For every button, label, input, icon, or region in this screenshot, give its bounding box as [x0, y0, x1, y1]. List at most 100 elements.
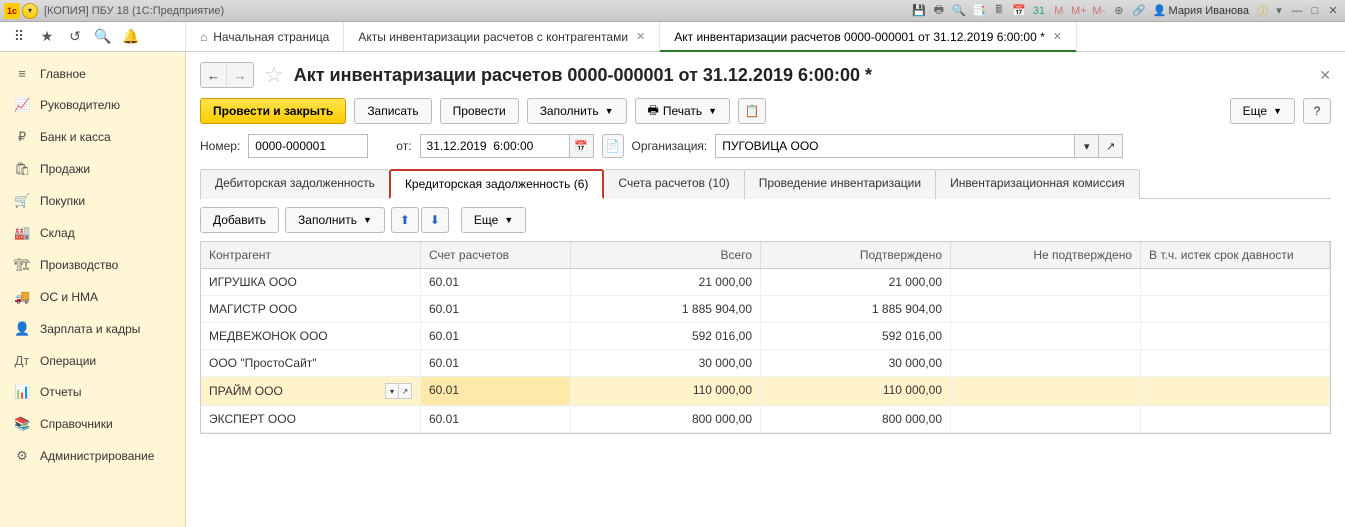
- tab-accounts[interactable]: Счета расчетов (10): [603, 169, 744, 199]
- col-unconfirmed[interactable]: Не подтверждено: [951, 242, 1141, 268]
- calendar-icon[interactable]: 📅: [1011, 3, 1027, 19]
- favorite-star[interactable]: ☆: [264, 62, 284, 88]
- tab-inventory[interactable]: Проведение инвентаризации: [744, 169, 936, 199]
- minimize-button[interactable]: —: [1289, 4, 1305, 18]
- number-input[interactable]: [248, 134, 368, 158]
- sidebar-item-0[interactable]: ≡Главное: [0, 58, 185, 89]
- org-dropdown-button[interactable]: ▾: [1075, 134, 1099, 158]
- tab-act-document[interactable]: Акт инвентаризации расчетов 0000-000001 …: [660, 22, 1077, 51]
- date-icon[interactable]: 31: [1031, 3, 1047, 19]
- print-icon[interactable]: 🖶: [931, 3, 947, 19]
- forward-button[interactable]: →: [227, 63, 253, 87]
- sidebar-item-5[interactable]: 🏭Склад: [0, 217, 185, 249]
- col-contragent[interactable]: Контрагент: [201, 242, 421, 268]
- history-icon[interactable]: ↺: [66, 28, 84, 46]
- cell-expired: [1141, 323, 1330, 349]
- back-button[interactable]: ←: [201, 63, 227, 87]
- number-label: Номер:: [200, 139, 240, 153]
- help-button[interactable]: ?: [1303, 98, 1331, 124]
- sidebar-icon: Дт: [14, 353, 30, 368]
- m-icon[interactable]: M: [1051, 3, 1067, 19]
- sidebar-item-label: Руководителю: [40, 98, 120, 112]
- add-button[interactable]: Добавить: [200, 207, 279, 233]
- save-icon[interactable]: 💾: [911, 3, 927, 19]
- sidebar-item-8[interactable]: 👤Зарплата и кадры: [0, 313, 185, 345]
- sidebar-item-6[interactable]: 🏗Производство: [0, 249, 185, 281]
- org-open-button[interactable]: ↗: [1099, 134, 1123, 158]
- fill-button[interactable]: Заполнить▼: [527, 98, 627, 124]
- close-icon[interactable]: ✕: [1053, 30, 1062, 43]
- info-icon[interactable]: ⓘ: [1255, 3, 1271, 19]
- link-icon[interactable]: 🔗: [1131, 3, 1147, 19]
- bell-icon[interactable]: 🔔: [122, 28, 140, 46]
- cell-unconfirmed: [951, 350, 1141, 376]
- compare-icon[interactable]: 📑: [971, 3, 987, 19]
- sidebar-icon: 🛍: [14, 161, 30, 177]
- calendar-button[interactable]: 📅: [570, 134, 594, 158]
- app-menu-dropdown[interactable]: ▾: [22, 3, 38, 19]
- preview-icon[interactable]: 🔍: [951, 3, 967, 19]
- table-row[interactable]: ПРАЙМ ООО▾↗60.01110 000,00110 000,00: [201, 377, 1330, 406]
- tab-acts-list[interactable]: Акты инвентаризации расчетов с контраген…: [344, 22, 660, 51]
- cell-account: 60.01: [421, 296, 571, 322]
- report-icon-button[interactable]: 📋: [738, 98, 766, 124]
- info-dd-icon[interactable]: ▾: [1271, 3, 1287, 19]
- post-button[interactable]: Провести: [440, 98, 519, 124]
- col-total[interactable]: Всего: [571, 242, 761, 268]
- date-input[interactable]: [420, 134, 570, 158]
- table-row[interactable]: ИГРУШКА ООО60.0121 000,0021 000,00: [201, 269, 1330, 296]
- sidebar-item-4[interactable]: 🛒Покупки: [0, 185, 185, 217]
- table-row[interactable]: МАГИСТР ООО60.011 885 904,001 885 904,00: [201, 296, 1330, 323]
- close-button[interactable]: ✕: [1325, 4, 1341, 18]
- col-confirmed[interactable]: Подтверждено: [761, 242, 951, 268]
- tab-home[interactable]: ⌂Начальная страница: [186, 22, 344, 51]
- sidebar-item-11[interactable]: 📚Справочники: [0, 408, 185, 440]
- table-row[interactable]: ЭКСПЕРТ ООО60.01800 000,00800 000,00: [201, 406, 1330, 433]
- move-down-button[interactable]: ⬇: [421, 207, 449, 233]
- maximize-button[interactable]: □: [1307, 4, 1323, 18]
- sidebar-item-1[interactable]: 📈 Руководителю: [0, 89, 185, 121]
- sidebar-item-10[interactable]: 📊Отчеты: [0, 376, 185, 408]
- sidebar-item-3[interactable]: 🛍 Продажи: [0, 153, 185, 185]
- col-account[interactable]: Счет расчетов: [421, 242, 571, 268]
- user-label[interactable]: 👤Мария Иванова: [1153, 4, 1249, 17]
- print-button[interactable]: 🖶Печать▼: [635, 98, 731, 124]
- table-row[interactable]: МЕДВЕЖОНОК ООО60.01592 016,00592 016,00: [201, 323, 1330, 350]
- cell-contragent: ПРАЙМ ООО▾↗: [201, 377, 421, 405]
- m-minus-icon[interactable]: M-: [1091, 3, 1107, 19]
- calc-icon[interactable]: 🖩: [991, 3, 1007, 19]
- window-title: [КОПИЯ] ПБУ 18 (1С:Предприятие): [44, 5, 911, 17]
- col-expired[interactable]: В т.ч. истек срок давности: [1141, 242, 1330, 268]
- zoom-icon[interactable]: ⊕: [1111, 3, 1127, 19]
- post-close-button[interactable]: Провести и закрыть: [200, 98, 346, 124]
- page-close-icon[interactable]: ✕: [1319, 67, 1331, 84]
- cell-expired: [1141, 296, 1330, 322]
- titlebar: 1c ▾ [КОПИЯ] ПБУ 18 (1С:Предприятие) 💾 🖶…: [0, 0, 1345, 22]
- more-button[interactable]: Еще▼: [1230, 98, 1295, 124]
- tab-debitor[interactable]: Дебиторская задолженность: [200, 169, 390, 199]
- star-icon[interactable]: ★: [38, 28, 56, 46]
- sidebar-item-7[interactable]: 🚚ОС и НМА: [0, 281, 185, 313]
- search-icon[interactable]: 🔍: [94, 28, 112, 46]
- sidebar-item-9[interactable]: ДтОперации: [0, 345, 185, 376]
- table-row[interactable]: ООО "ПростоСайт"60.0130 000,0030 000,00: [201, 350, 1330, 377]
- sidebar-item-2[interactable]: ₽Банк и касса: [0, 121, 185, 153]
- sidebar-item-label: Главное: [40, 67, 86, 81]
- apps-icon[interactable]: ⠿: [10, 28, 28, 46]
- save-button[interactable]: Записать: [354, 98, 431, 124]
- row-open-icon[interactable]: ↗: [398, 383, 412, 399]
- close-icon[interactable]: ✕: [636, 30, 645, 43]
- org-input[interactable]: [715, 134, 1075, 158]
- sidebar-item-12[interactable]: ⚙Администрирование: [0, 440, 185, 472]
- m-plus-icon[interactable]: M+: [1071, 3, 1087, 19]
- table-fill-button[interactable]: Заполнить▼: [285, 207, 385, 233]
- move-up-button[interactable]: ⬆: [391, 207, 419, 233]
- doc-icon-button[interactable]: 📄: [602, 134, 624, 158]
- tab-creditor[interactable]: Кредиторская задолженность (6): [389, 169, 604, 199]
- table-more-button[interactable]: Еще▼: [461, 207, 526, 233]
- tab-commission[interactable]: Инвентаризационная комиссия: [935, 169, 1140, 199]
- sidebar-item-label: Склад: [40, 226, 75, 240]
- row-dropdown-icon[interactable]: ▾: [385, 383, 399, 399]
- sidebar-item-label: Продажи: [40, 162, 90, 176]
- sidebar-icon: 📈: [14, 97, 30, 113]
